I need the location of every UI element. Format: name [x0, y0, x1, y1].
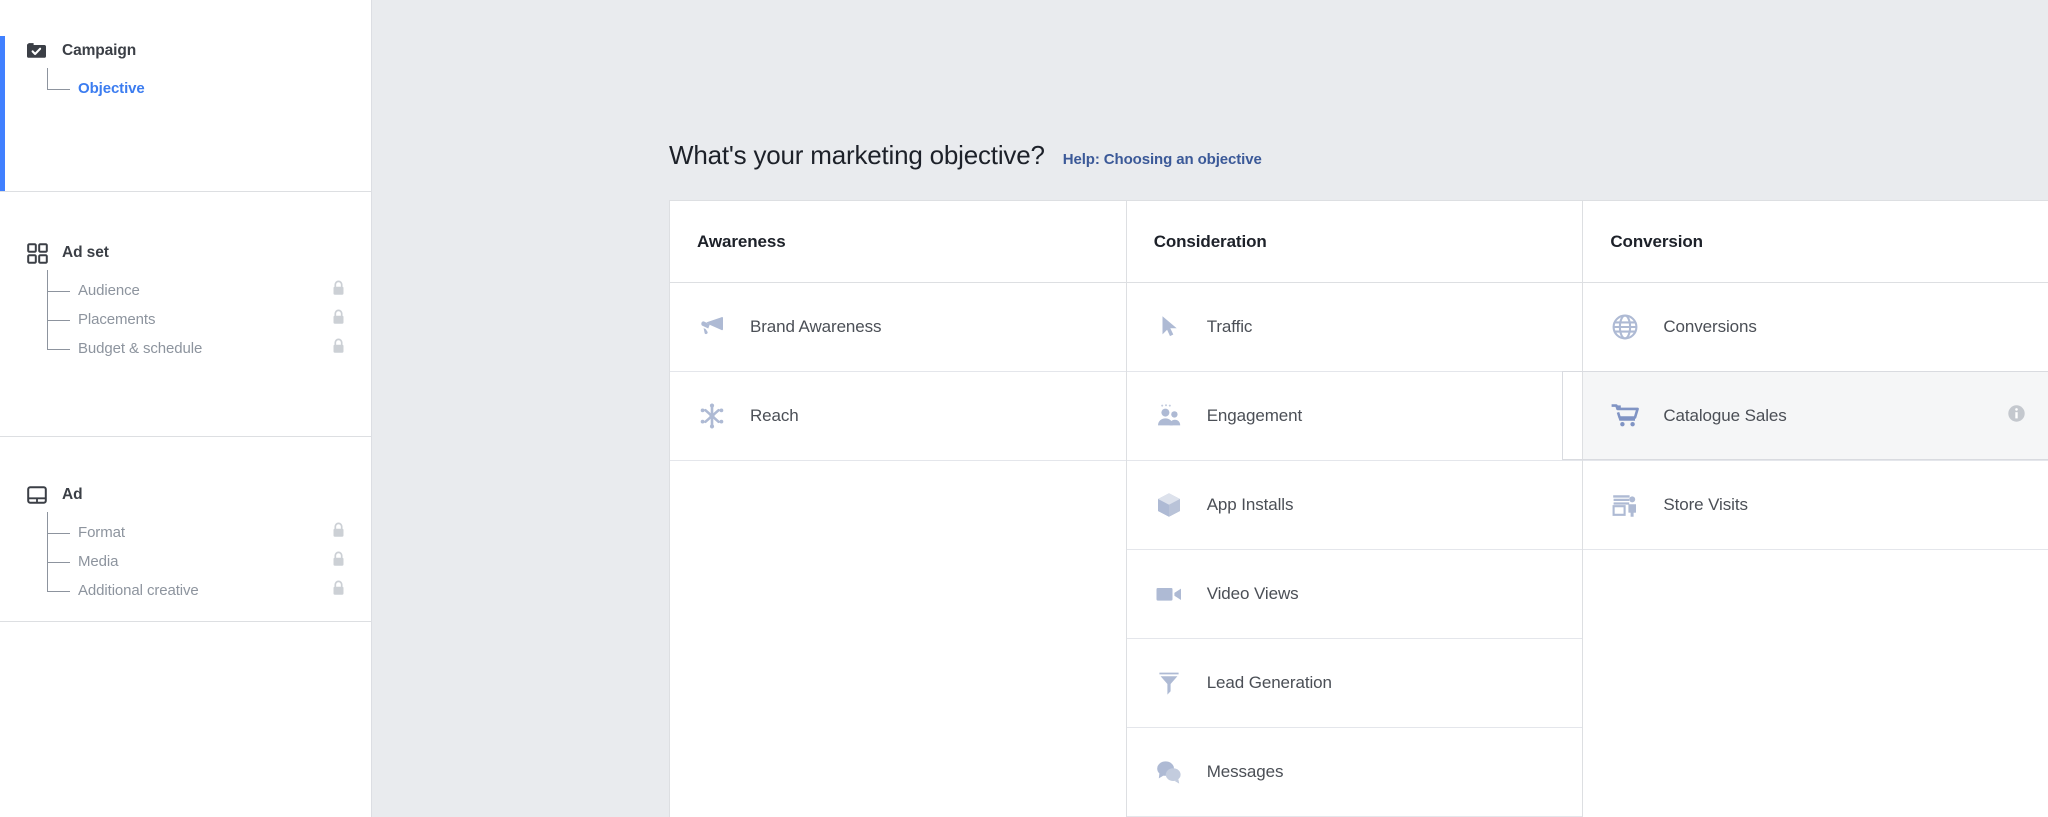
sidebar-item-label: Objective — [78, 80, 145, 97]
objective-option-conversions[interactable]: Conversions — [1583, 283, 2048, 372]
sidebar-item-format[interactable]: Format — [47, 518, 371, 547]
nav-group-header-ad-set[interactable]: Ad set — [0, 238, 371, 268]
nav-group-label: Ad set — [62, 244, 109, 261]
sidebar-item-budget-schedule[interactable]: Budget & schedule — [47, 334, 371, 363]
objective-option-label: Traffic — [1206, 317, 1253, 336]
lock-icon — [332, 309, 345, 330]
objective-option-engagement[interactable]: Engagement — [1126, 372, 1583, 461]
sidebar-item-media[interactable]: Media — [47, 547, 371, 576]
objective-option-label: Engagement — [1206, 406, 1303, 425]
sidebar-item-label: Media — [78, 553, 119, 570]
ad-window-icon — [26, 484, 48, 506]
nav-group-header-campaign[interactable]: Campaign — [0, 36, 371, 66]
nav-group-label: Campaign — [62, 42, 137, 59]
help-choosing-objective-link[interactable]: Help: Choosing an objective — [1063, 151, 1262, 168]
funnel-icon — [1154, 668, 1184, 698]
tree-branch-line — [47, 319, 70, 321]
objective-option-lead-generation[interactable]: Lead Generation — [1126, 639, 1583, 728]
column-header-label: Consideration — [1153, 231, 1267, 251]
sidebar-item-audience[interactable]: Audience — [47, 276, 371, 305]
objective-table: Awareness Brand Awareness Reach Consider… — [669, 200, 2048, 817]
main-content: What's your marketing objective? Help: C… — [372, 0, 2048, 817]
objective-column-conversion: Conversion Conversions Catalogue Sales S… — [1562, 201, 2048, 817]
nav-group-header-ad[interactable]: Ad — [0, 480, 371, 510]
nav-subtree-campaign: Objective — [0, 68, 371, 103]
sidebar-item-additional-creative[interactable]: Additional creative — [47, 576, 371, 605]
objective-column-consideration: Consideration Traffic Engagement App Ins… — [1126, 201, 1584, 817]
column-header-consideration: Consideration — [1126, 201, 1583, 283]
tree-branch-line — [47, 348, 70, 350]
shopping-cart-icon — [1610, 401, 1640, 431]
sidebar-item-label: Placements — [78, 311, 156, 328]
people-group-icon — [1154, 401, 1184, 431]
objective-option-catalogue-sales[interactable]: Catalogue Sales — [1562, 371, 2048, 461]
column-header-label: Conversion — [1610, 231, 1703, 251]
nav-card-ad-set[interactable]: Ad set Audience Placements Budget & sche… — [0, 238, 371, 437]
nav-subtree-ad: Format Media Additional creative — [0, 512, 371, 605]
objective-option-app-installs[interactable]: App Installs — [1126, 461, 1583, 550]
headline-row: What's your marketing objective? Help: C… — [669, 140, 1262, 171]
column-header-conversion: Conversion — [1583, 201, 2048, 283]
tree-branch-line — [47, 88, 70, 90]
objective-option-label: Reach — [750, 406, 799, 425]
cube-box-icon — [1154, 490, 1184, 520]
objective-option-label: Video Views — [1206, 584, 1299, 603]
page-title: What's your marketing objective? — [669, 140, 1045, 170]
objective-option-label: Catalogue Sales — [1663, 406, 1787, 425]
nav-card-ad[interactable]: Ad Format Media Additional creative — [0, 480, 371, 622]
sidebar-item-label: Audience — [78, 282, 140, 299]
objective-selection-page: Campaign Objective Ad set Audience Place… — [0, 0, 2048, 817]
column-filler-awareness — [670, 461, 1126, 817]
objective-option-messages[interactable]: Messages — [1126, 728, 1583, 817]
objective-option-brand-awareness[interactable]: Brand Awareness — [670, 283, 1126, 372]
objective-option-label: Messages — [1206, 762, 1284, 781]
lock-icon — [332, 580, 345, 601]
objective-option-label: App Installs — [1206, 495, 1294, 514]
objective-option-reach[interactable]: Reach — [670, 372, 1126, 461]
megaphone-icon — [697, 312, 727, 342]
nav-card-campaign[interactable]: Campaign Objective — [0, 36, 371, 192]
sidebar-item-label: Format — [78, 524, 125, 541]
lock-icon — [332, 280, 345, 301]
cursor-arrow-icon — [1154, 312, 1184, 342]
sidebar-item-label: Additional creative — [78, 582, 199, 599]
column-header-awareness: Awareness — [670, 201, 1126, 283]
ad-set-grid-icon — [26, 242, 48, 264]
objective-option-label: Store Visits — [1663, 495, 1748, 514]
tree-branch-line — [47, 290, 70, 292]
video-camera-icon — [1154, 579, 1184, 609]
campaign-nav-sidebar: Campaign Objective Ad set Audience Place… — [0, 0, 372, 817]
campaign-folder-check-icon — [26, 40, 48, 62]
nav-subtree-ad-set: Audience Placements Budget & schedule — [0, 270, 371, 363]
tree-branch-line — [47, 590, 70, 592]
objective-option-traffic[interactable]: Traffic — [1126, 283, 1583, 372]
objective-option-label: Lead Generation — [1206, 673, 1332, 692]
storefront-person-icon — [1610, 490, 1640, 520]
nav-group-label: Ad — [62, 486, 83, 503]
lock-icon — [332, 522, 345, 543]
objective-column-awareness: Awareness Brand Awareness Reach — [670, 201, 1127, 817]
tree-branch-line — [47, 532, 70, 534]
reach-starburst-icon — [697, 401, 727, 431]
objective-option-label: Conversions — [1663, 317, 1757, 336]
sidebar-item-placements[interactable]: Placements — [47, 305, 371, 334]
lock-icon — [332, 551, 345, 572]
objective-option-store-visits[interactable]: Store Visits — [1583, 461, 2048, 550]
objective-option-label: Brand Awareness — [750, 317, 882, 336]
sidebar-item-label: Budget & schedule — [78, 340, 203, 357]
lock-icon — [332, 338, 345, 359]
objective-option-video-views[interactable]: Video Views — [1126, 550, 1583, 639]
column-filler-conversion — [1583, 550, 2048, 817]
sidebar-item-objective[interactable]: Objective — [47, 74, 371, 103]
tree-branch-line — [47, 561, 70, 563]
column-header-label: Awareness — [697, 231, 786, 251]
info-icon[interactable] — [2007, 404, 2026, 428]
globe-icon — [1610, 312, 1640, 342]
chat-bubbles-icon — [1154, 757, 1184, 787]
